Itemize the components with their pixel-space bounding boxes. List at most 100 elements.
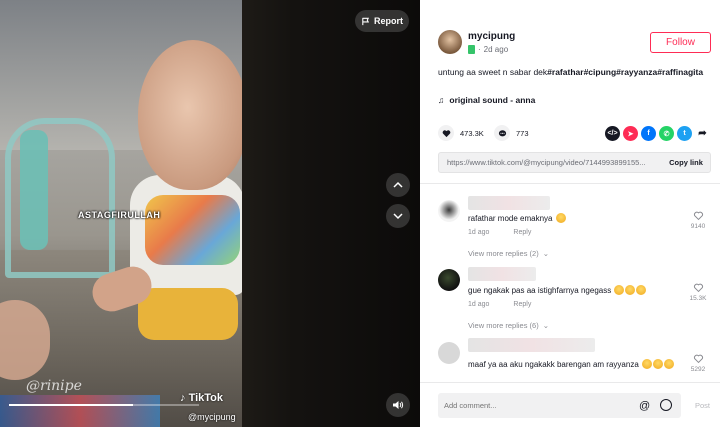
flag-icon <box>362 17 370 25</box>
comment-stat[interactable]: 773 <box>494 125 529 141</box>
mention-icon[interactable]: @ <box>639 400 650 412</box>
tiktok-logo-icon: ♪ <box>180 392 186 404</box>
comment-like-count: 9140 <box>690 223 706 230</box>
comment-like[interactable]: 9140 <box>688 210 708 230</box>
commenter-name-redacted <box>468 267 536 281</box>
reply-link[interactable]: Reply <box>513 301 531 308</box>
video-caption-overlay: ASTAGFIRULLAH <box>78 210 161 220</box>
video-link-box: https://www.tiktok.com/@mycipung/video/7… <box>438 152 711 173</box>
comment-bar: @ Post <box>420 382 720 427</box>
author-meta: · 2d ago <box>468 45 508 54</box>
post-description: untung aa sweet n sabar dek#rafathar#cip… <box>438 66 708 79</box>
video-pane: ASTAGFIRULLAH @rinipe ♪ TikTok @mycipung… <box>0 0 420 427</box>
video-link-url[interactable]: https://www.tiktok.com/@mycipung/video/7… <box>439 158 662 167</box>
info-panel: mycipung · 2d ago Follow untung aa sweet… <box>420 0 720 427</box>
description-text: untung aa sweet n sabar dek <box>438 67 548 77</box>
facebook-icon[interactable]: f <box>641 126 656 141</box>
commenter-name-redacted <box>468 338 595 352</box>
laughing-emoji-icon <box>625 285 636 295</box>
comment-like-count: 5292 <box>690 366 706 373</box>
hashtag-link[interactable]: #rafathar <box>547 67 583 77</box>
comment-meta: 1d ago Reply <box>468 229 531 236</box>
post-time: 2d ago <box>483 45 509 54</box>
video-player[interactable]: ASTAGFIRULLAH @rinipe ♪ TikTok @mycipung <box>0 0 242 427</box>
embed-icon[interactable]: </> <box>605 126 620 141</box>
share-arrow-icon[interactable]: ➦ <box>695 126 710 141</box>
tiktok-brand-label: TikTok <box>188 392 223 404</box>
music-note-icon: ♫ <box>438 95 445 105</box>
whatsapp-icon[interactable]: ✆ <box>659 126 674 141</box>
reply-link[interactable]: Reply <box>513 229 531 236</box>
hashtag-link[interactable]: #raffinagita <box>657 67 703 77</box>
twitter-icon[interactable]: t <box>677 126 692 141</box>
next-video-button[interactable] <box>386 204 410 228</box>
laughing-emoji-icon <box>653 359 664 369</box>
view-more-replies[interactable]: View more replies (6) ⌄ <box>468 321 549 330</box>
like-count: 473.3K <box>460 128 484 138</box>
chevron-down-icon: ⌄ <box>542 321 550 330</box>
report-button[interactable]: Report <box>355 10 409 32</box>
comment-bubble-icon <box>494 125 510 141</box>
laughing-emoji-icon <box>664 359 675 369</box>
laughing-emoji-icon <box>642 359 653 369</box>
comment-meta: 1d ago Reply <box>468 301 531 308</box>
laughing-emoji-icon <box>614 285 625 295</box>
comment-text: maaf ya aa aku ngakakk barengan am rayya… <box>468 358 678 371</box>
commenter-avatar[interactable] <box>438 342 460 364</box>
comment-like[interactable]: 15.3K <box>688 282 708 302</box>
subscription-badge-icon <box>468 45 475 54</box>
share-buttons: </> ➤ f ✆ t ➦ <box>605 126 710 141</box>
video-baby-head <box>138 40 242 190</box>
post-separator: · <box>478 45 481 54</box>
video-progress-fill <box>9 404 133 406</box>
previous-video-button[interactable] <box>386 173 410 197</box>
comment-like-count: 15.3K <box>689 295 707 302</box>
report-label: Report <box>374 16 403 26</box>
video-watermark: @rinipe <box>26 378 82 394</box>
commenter-avatar[interactable] <box>438 200 460 222</box>
heart-icon <box>438 125 454 141</box>
comment-date: 1d ago <box>468 229 490 236</box>
commenter-avatar[interactable] <box>438 269 460 291</box>
comment-date: 1d ago <box>468 301 490 308</box>
view-more-replies[interactable]: View more replies (2) ⌄ <box>468 249 549 258</box>
heart-outline-icon <box>693 211 703 221</box>
post-comment-button[interactable]: Post <box>695 401 710 410</box>
heart-outline-icon <box>693 354 703 364</box>
music-title: original sound - anna <box>449 95 536 105</box>
laughing-emoji-icon <box>555 213 566 223</box>
music-link[interactable]: ♫ original sound - anna <box>438 95 535 105</box>
comment-text-content: gue ngakak pas aa istighfarnya ngegass <box>468 286 612 295</box>
follow-button[interactable]: Follow <box>650 32 711 53</box>
author-username[interactable]: mycipung <box>468 31 515 42</box>
video-baby-shorts <box>138 288 238 340</box>
comment-text-content: maaf ya aa aku ngakakk barengan am rayya… <box>468 360 639 369</box>
like-stat[interactable]: 473.3K <box>438 125 484 141</box>
view-replies-label: View more replies (6) <box>468 321 539 330</box>
emoji-picker-icon[interactable] <box>660 399 672 411</box>
author-avatar[interactable] <box>438 30 462 54</box>
comment-like[interactable]: 5292 <box>688 353 708 373</box>
video-play-gym-post <box>20 130 48 250</box>
send-to-friends-icon[interactable]: ➤ <box>623 126 638 141</box>
hashtag-link[interactable]: #rayyanza <box>616 67 657 77</box>
heart-outline-icon <box>693 283 703 293</box>
video-shirt-print <box>145 195 240 265</box>
chevron-down-icon: ⌄ <box>542 249 550 258</box>
comment-count: 773 <box>516 128 529 138</box>
comment-text: rafathar mode emaknya <box>468 213 566 223</box>
copy-link-button[interactable]: Copy link <box>662 158 710 167</box>
comment-text: gue ngakak pas aa istighfarnya ngegass <box>468 285 647 295</box>
laughing-emoji-icon <box>636 285 647 295</box>
hashtag-link[interactable]: #cipung <box>584 67 617 77</box>
chevron-up-icon <box>393 181 403 188</box>
commenter-name-redacted <box>468 196 550 210</box>
volume-icon <box>393 401 404 409</box>
video-progress-bar[interactable] <box>9 404 199 406</box>
comment-text-content: rafathar mode emaknya <box>468 214 553 223</box>
volume-button[interactable] <box>386 393 410 417</box>
divider <box>420 183 720 184</box>
tiktok-watermark-handle: @mycipung <box>188 412 236 422</box>
video-toy <box>0 395 160 427</box>
chevron-down-icon <box>393 213 403 220</box>
